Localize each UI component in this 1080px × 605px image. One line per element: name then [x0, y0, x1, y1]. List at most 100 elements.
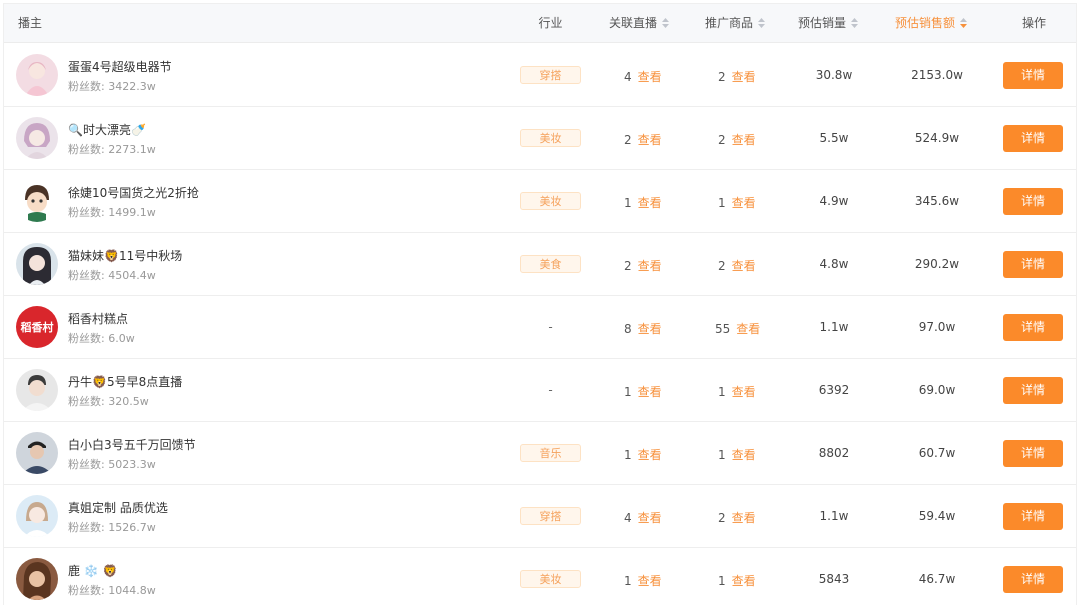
related-live-count: 1 — [624, 574, 632, 588]
view-products-link[interactable]: 查看 — [732, 196, 756, 210]
products-cell: 55 查看 — [715, 320, 760, 337]
est-sales: 69.0w — [918, 383, 956, 397]
view-products-link[interactable]: 查看 — [732, 448, 756, 462]
est-volume: 1.1w — [819, 509, 849, 523]
sort-desc-icon[interactable] — [960, 17, 968, 28]
host-name[interactable]: 🔍时大漂亮🍼 — [68, 121, 146, 138]
table-row: 🔍时大漂亮🍼 粉丝数: 2273.1w 美妆 2 查看 2 查看 5.5w 524.… — [4, 107, 1076, 170]
view-products-link[interactable]: 查看 — [732, 70, 756, 84]
est-sales: 46.7w — [918, 572, 956, 586]
est-volume: 8802 — [818, 446, 850, 460]
est-volume: 4.8w — [819, 257, 849, 271]
industry-empty: - — [548, 320, 553, 334]
est-sales: 2153.0w — [911, 68, 963, 82]
column-products-label: 推广商品 — [705, 16, 754, 30]
industry-tag: 美妆 — [520, 192, 581, 210]
view-live-link[interactable]: 查看 — [638, 259, 662, 273]
products-cell: 1 查看 — [718, 194, 756, 211]
product-count: 1 — [718, 385, 726, 399]
related-live-cell: 2 查看 — [624, 131, 662, 148]
host-name[interactable]: 蛋蛋4号超级电器节 — [68, 58, 172, 75]
avatar-cartoon-icon[interactable] — [16, 180, 58, 222]
column-products[interactable]: 推广商品 — [705, 4, 766, 43]
related-live-cell: 1 查看 — [624, 383, 662, 400]
view-live-link[interactable]: 查看 — [638, 70, 662, 84]
view-products-link[interactable]: 查看 — [732, 385, 756, 399]
host-name[interactable]: 稻香村糕点 — [68, 310, 128, 327]
detail-button[interactable]: 详情 — [1003, 566, 1063, 593]
view-products-link[interactable]: 查看 — [732, 259, 756, 273]
view-live-link[interactable]: 查看 — [638, 385, 662, 399]
view-live-link[interactable]: 查看 — [638, 196, 662, 210]
view-live-link[interactable]: 查看 — [638, 133, 662, 147]
host-name[interactable]: 徐婕10号国货之光2折抢 — [68, 184, 199, 201]
view-products-link[interactable]: 查看 — [732, 574, 756, 588]
est-sales: 59.4w — [918, 509, 956, 523]
products-cell: 1 查看 — [718, 383, 756, 400]
sort-icon[interactable] — [851, 17, 859, 28]
related-live-count: 2 — [624, 259, 632, 273]
host-name[interactable]: 真姐定制 品质优选 — [68, 499, 168, 516]
view-products-link[interactable]: 查看 — [732, 133, 756, 147]
product-count: 1 — [718, 448, 726, 462]
table-row: 猫妹妹🦁11号中秋场 粉丝数: 4504.4w 美食 2 查看 2 查看 4.8w … — [4, 233, 1076, 296]
sort-icon[interactable] — [662, 17, 670, 28]
avatar-man-icon[interactable] — [16, 369, 58, 411]
industry-tag: 美妆 — [520, 570, 581, 588]
view-live-link[interactable]: 查看 — [638, 574, 662, 588]
column-est-sales[interactable]: 预估销售额 — [895, 4, 968, 43]
industry-tag: 穿搭 — [520, 507, 581, 525]
detail-button[interactable]: 详情 — [1003, 188, 1063, 215]
view-live-link[interactable]: 查看 — [638, 322, 662, 336]
related-live-count: 1 — [624, 448, 632, 462]
related-live-cell: 2 查看 — [624, 257, 662, 274]
column-est-volume[interactable]: 预估销量 — [798, 4, 859, 43]
industry-tag: 穿搭 — [520, 66, 581, 84]
related-live-cell: 1 查看 — [624, 194, 662, 211]
avatar-brown-hair-icon[interactable] — [16, 558, 58, 600]
related-live-count: 2 — [624, 133, 632, 147]
table-header: 播主 行业 关联直播 推广商品 预估销量 预估销售额 操作 — [4, 4, 1076, 43]
sort-icon[interactable] — [758, 17, 766, 28]
avatar-pink-icon[interactable] — [16, 54, 58, 96]
est-volume: 5.5w — [819, 131, 849, 145]
est-volume: 5843 — [818, 572, 850, 586]
avatar-brand-logo-icon[interactable]: 稻香村 — [16, 306, 58, 348]
host-name[interactable]: 丹牛🦁5号早8点直播 — [68, 373, 182, 390]
column-related-live[interactable]: 关联直播 — [609, 4, 670, 43]
table-row: 稻香村 稻香村糕点 粉丝数: 6.0w - 8 查看 55 查看 1.1w 97.0… — [4, 296, 1076, 359]
product-count: 1 — [718, 196, 726, 210]
related-live-count: 4 — [624, 70, 632, 84]
est-sales: 97.0w — [918, 320, 956, 334]
detail-button[interactable]: 详情 — [1003, 314, 1063, 341]
view-live-link[interactable]: 查看 — [638, 511, 662, 525]
detail-button[interactable]: 详情 — [1003, 440, 1063, 467]
related-live-count: 1 — [624, 385, 632, 399]
est-sales: 290.2w — [914, 257, 960, 271]
avatar-purple-icon[interactable] — [16, 117, 58, 159]
avatar-dark-hair-icon[interactable] — [16, 243, 58, 285]
detail-button[interactable]: 详情 — [1003, 251, 1063, 278]
table-row: 白小白3号五千万回馈节 粉丝数: 5023.3w 音乐 1 查看 1 查看 8802… — [4, 422, 1076, 485]
detail-button[interactable]: 详情 — [1003, 62, 1063, 89]
view-live-link[interactable]: 查看 — [638, 448, 662, 462]
product-count: 1 — [718, 574, 726, 588]
column-action: 操作 — [1021, 16, 1046, 30]
products-cell: 1 查看 — [718, 446, 756, 463]
detail-button[interactable]: 详情 — [1003, 125, 1063, 152]
avatar-blue-icon[interactable] — [16, 495, 58, 537]
view-products-link[interactable]: 查看 — [736, 322, 760, 336]
host-name[interactable]: 白小白3号五千万回馈节 — [68, 436, 196, 453]
detail-button[interactable]: 详情 — [1003, 377, 1063, 404]
avatar-man-cap-icon[interactable] — [16, 432, 58, 474]
view-products-link[interactable]: 查看 — [732, 511, 756, 525]
host-ranking-table: 播主 行业 关联直播 推广商品 预估销量 预估销售额 操作 蛋蛋4号超级电器节 … — [3, 3, 1077, 605]
host-name[interactable]: 猫妹妹🦁11号中秋场 — [68, 247, 182, 264]
column-related-live-label: 关联直播 — [609, 16, 658, 30]
host-name[interactable]: 鹿 ❄️ 🦁 — [68, 562, 118, 579]
est-volume: 30.8w — [815, 68, 853, 82]
est-sales: 524.9w — [914, 131, 960, 145]
detail-button[interactable]: 详情 — [1003, 503, 1063, 530]
industry-empty: - — [548, 383, 553, 397]
related-live-count: 8 — [624, 322, 632, 336]
